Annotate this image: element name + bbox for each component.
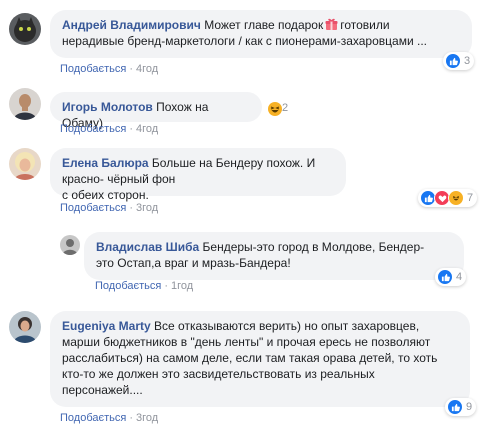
avatar[interactable]: [9, 148, 41, 180]
comment: Андрей Владимирович Может главе подарок г…: [0, 0, 504, 80]
comment-author[interactable]: Владислав Шиба: [96, 240, 199, 254]
reaction-summary[interactable]: 7: [418, 189, 478, 207]
comment-text-line2: марши бюджетников в "день ленты" и проча…: [62, 335, 431, 349]
comment-bubble: Владислав Шиба Бендеры-это город в Молдо…: [84, 232, 464, 280]
avatar[interactable]: [9, 311, 41, 343]
avatar[interactable]: [9, 88, 41, 120]
reaction-count: 4: [456, 271, 463, 283]
comment-bubble: Eugeniya Marty Все отказываются верить) …: [50, 311, 470, 407]
comment-author[interactable]: Андрей Владимирович: [62, 18, 201, 32]
comment-text-cont: готовили: [340, 18, 390, 32]
comment-bubble: Игорь Молотов Похож на Обаму): [50, 92, 262, 130]
reaction-summary[interactable]: 4: [435, 268, 467, 286]
reaction-count: 3: [464, 55, 471, 67]
comment-text-line2: с обеих сторон.: [62, 188, 149, 202]
timestamp[interactable]: 3год: [136, 412, 158, 424]
reaction-summary[interactable]: 3: [443, 52, 475, 70]
reaction-count: 9: [466, 401, 473, 413]
comment-text: Бендеры-это город в Молдове, Бендер-: [202, 240, 425, 254]
haha-reaction-icon: [448, 190, 464, 206]
timestamp[interactable]: 3год: [136, 202, 158, 214]
comment: Елена Балюра Больше на Бендеру похож. И …: [0, 140, 504, 225]
like-link[interactable]: Подобається: [60, 63, 126, 75]
reply-comment: Владислав Шиба Бендеры-это город в Молдо…: [0, 225, 504, 305]
like-link[interactable]: Подобається: [95, 280, 161, 292]
comment: Игорь Молотов Похож на Обаму) 2 Подобаєт…: [0, 80, 504, 140]
like-reaction-icon: [447, 399, 463, 415]
comment-text: Все отказываются верить) но опыт захаров…: [154, 319, 420, 333]
timestamp[interactable]: 4год: [136, 123, 158, 135]
separator: ·: [129, 412, 133, 424]
like-link[interactable]: Подобається: [60, 123, 126, 135]
comment-text-line3: расслабиться) на самом деле, если там та…: [62, 351, 438, 365]
comment-text: Может главе подарок: [204, 18, 324, 32]
like-link[interactable]: Подобається: [60, 202, 126, 214]
like-link[interactable]: Подобається: [60, 412, 126, 424]
comment-text-line5: персонажей....: [62, 383, 143, 397]
like-reaction-icon: [437, 269, 453, 285]
separator: ·: [129, 63, 133, 75]
reaction-count[interactable]: 2: [282, 102, 288, 114]
reaction-summary[interactable]: 9: [445, 398, 477, 416]
comment-actions: Подобається · 1год: [95, 280, 193, 292]
separator: ·: [164, 280, 168, 292]
like-reaction-icon: [445, 53, 461, 69]
separator: ·: [129, 202, 133, 214]
gift-icon: [325, 18, 338, 30]
comment-author[interactable]: Игорь Молотов: [62, 100, 153, 114]
timestamp[interactable]: 1год: [171, 280, 193, 292]
comment-bubble: Елена Балюра Больше на Бендеру похож. И …: [50, 148, 346, 202]
comment-actions: Подобається · 3год: [60, 412, 158, 424]
haha-reaction-icon: [268, 102, 282, 116]
comment-bubble: Андрей Владимирович Может главе подарок г…: [50, 10, 472, 58]
separator: ·: [129, 123, 133, 135]
reaction-count: 7: [467, 192, 474, 204]
comment-text-line2: нерадивые бренд-маркетологи / как с пион…: [62, 34, 427, 48]
timestamp[interactable]: 4год: [136, 63, 158, 75]
comment-author[interactable]: Елена Балюра: [62, 156, 149, 170]
comment-text-line2: это Остап,а враг и мразь-Бандера!: [96, 256, 291, 270]
comment-actions: Подобається · 4год: [60, 63, 158, 75]
comment-author[interactable]: Eugeniya Marty: [62, 319, 151, 333]
comment: Eugeniya Marty Все отказываются верить) …: [0, 305, 504, 425]
avatar[interactable]: [60, 235, 80, 255]
comment-actions: Подобається · 3год: [60, 202, 158, 214]
comment-actions: Подобається · 4год: [60, 123, 158, 135]
avatar[interactable]: [9, 13, 41, 45]
comment-text-line4: кто-то же должен это засвидетельствовать…: [62, 367, 375, 381]
